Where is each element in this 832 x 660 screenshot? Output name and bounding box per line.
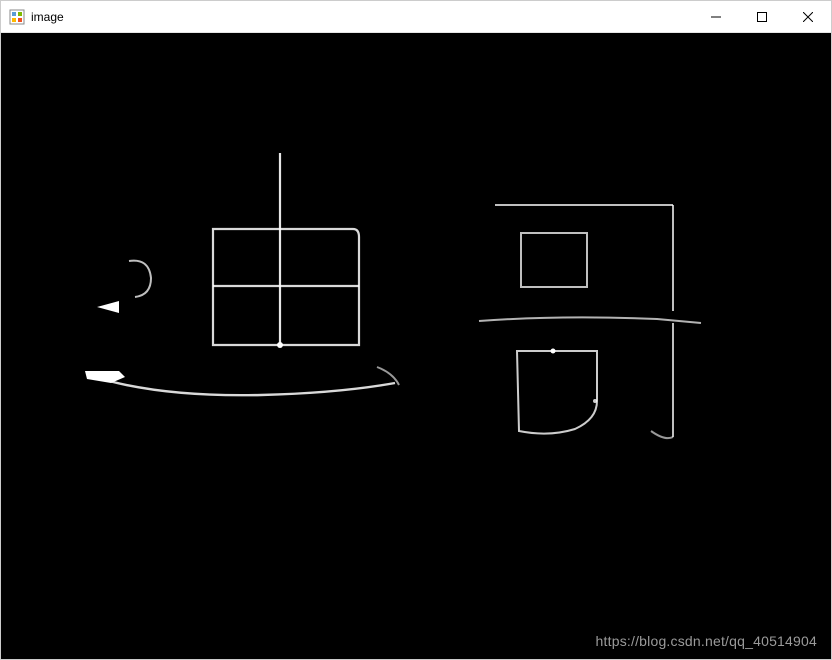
app-window: image <box>0 0 832 660</box>
window-controls <box>693 1 831 32</box>
titlebar[interactable]: image <box>1 1 831 33</box>
window-title: image <box>31 10 64 24</box>
image-viewport: https://blog.csdn.net/qq_40514904 <box>1 33 831 659</box>
edge-image <box>1 33 831 659</box>
maximize-button[interactable] <box>739 1 785 32</box>
minimize-icon <box>711 12 721 22</box>
maximize-icon <box>757 12 767 22</box>
app-icon <box>9 9 25 25</box>
watermark-text: https://blog.csdn.net/qq_40514904 <box>596 633 817 649</box>
close-icon <box>803 12 813 22</box>
minimize-button[interactable] <box>693 1 739 32</box>
close-button[interactable] <box>785 1 831 32</box>
